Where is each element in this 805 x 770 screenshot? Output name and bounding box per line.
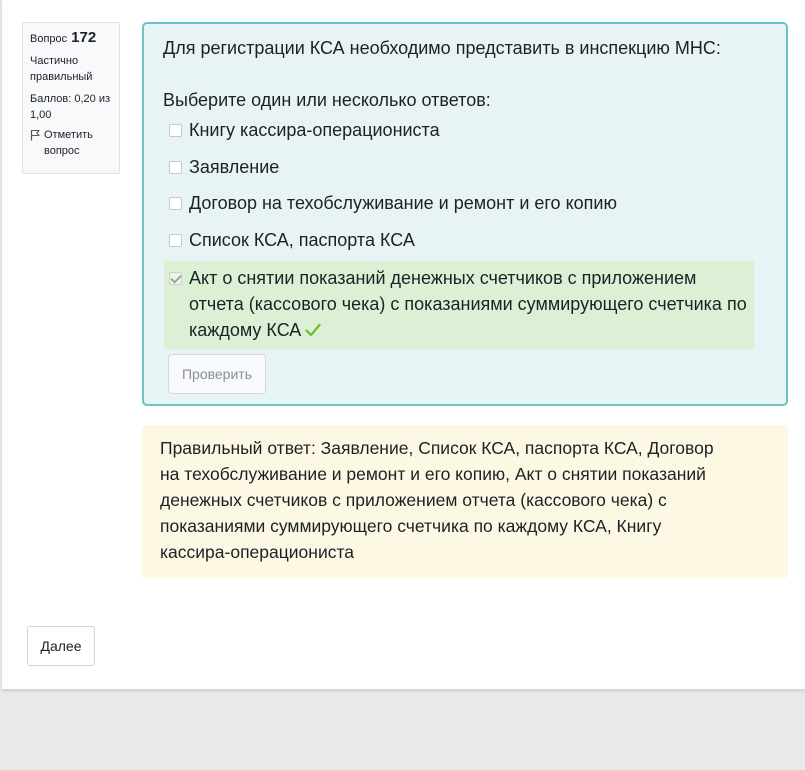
flag-label: Отметить вопрос	[44, 129, 93, 157]
check-button[interactable]: Проверить	[168, 354, 266, 394]
page: Вопрос 172 Частично правильный Баллов: 0…	[2, 0, 805, 689]
answer-label: Список КСА, паспорта КСА	[189, 229, 415, 250]
answer-option[interactable]: Заявление	[164, 151, 754, 188]
answer-checkbox[interactable]	[169, 233, 182, 247]
question-number: 172	[71, 29, 97, 46]
next-button[interactable]: Далее	[27, 626, 95, 666]
answer-prompt: Выберите один или несколько ответов:	[163, 90, 491, 110]
answer-label: Книгу кассира-операциониста	[189, 120, 440, 140]
question-grade: Баллов: 0,20 из 1,00	[30, 93, 111, 121]
answer-list: Книгу кассира-операциониста Заявление До…	[164, 114, 754, 349]
answer-option[interactable]: Книгу кассира-операциониста	[164, 114, 754, 151]
question-label: Вопрос	[30, 33, 68, 45]
answer-option-correct[interactable]: Акт о снятии показаний денежных счетчико…	[164, 261, 754, 349]
question-number-line: Вопрос 172	[30, 30, 112, 47]
question-box: Для регистрации КСА необходимо представи…	[142, 22, 788, 406]
flag-icon	[30, 127, 41, 146]
answer-checkbox[interactable]	[169, 160, 182, 174]
answer-option[interactable]: Список КСА, паспорта КСА	[164, 224, 754, 261]
answer-label: Заявление	[189, 156, 280, 177]
answer-label: Договор на техобслуживание и ремонт и ег…	[189, 193, 617, 213]
answer-checkbox[interactable]	[169, 124, 182, 137]
right-answer-feedback: Правильный ответ: Заявление, Список КСА,…	[142, 425, 788, 578]
answer-checkbox[interactable]	[169, 197, 182, 210]
question-state: Частично правильный	[30, 55, 93, 83]
answer-label-wrap: Акт о снятии показаний денежных счетчико…	[189, 265, 749, 344]
flag-question-link[interactable]: Отметить вопрос	[30, 127, 112, 159]
answer-checkbox-checked[interactable]	[169, 272, 182, 285]
correct-check-icon	[305, 318, 321, 344]
question-info-panel: Вопрос 172 Частично правильный Баллов: 0…	[22, 22, 120, 174]
answer-label: Акт о снятии показаний денежных счетчико…	[189, 268, 747, 340]
answer-option[interactable]: Договор на техобслуживание и ремонт и ег…	[164, 187, 754, 224]
question-text: Для регистрации КСА необходимо представи…	[163, 38, 721, 58]
